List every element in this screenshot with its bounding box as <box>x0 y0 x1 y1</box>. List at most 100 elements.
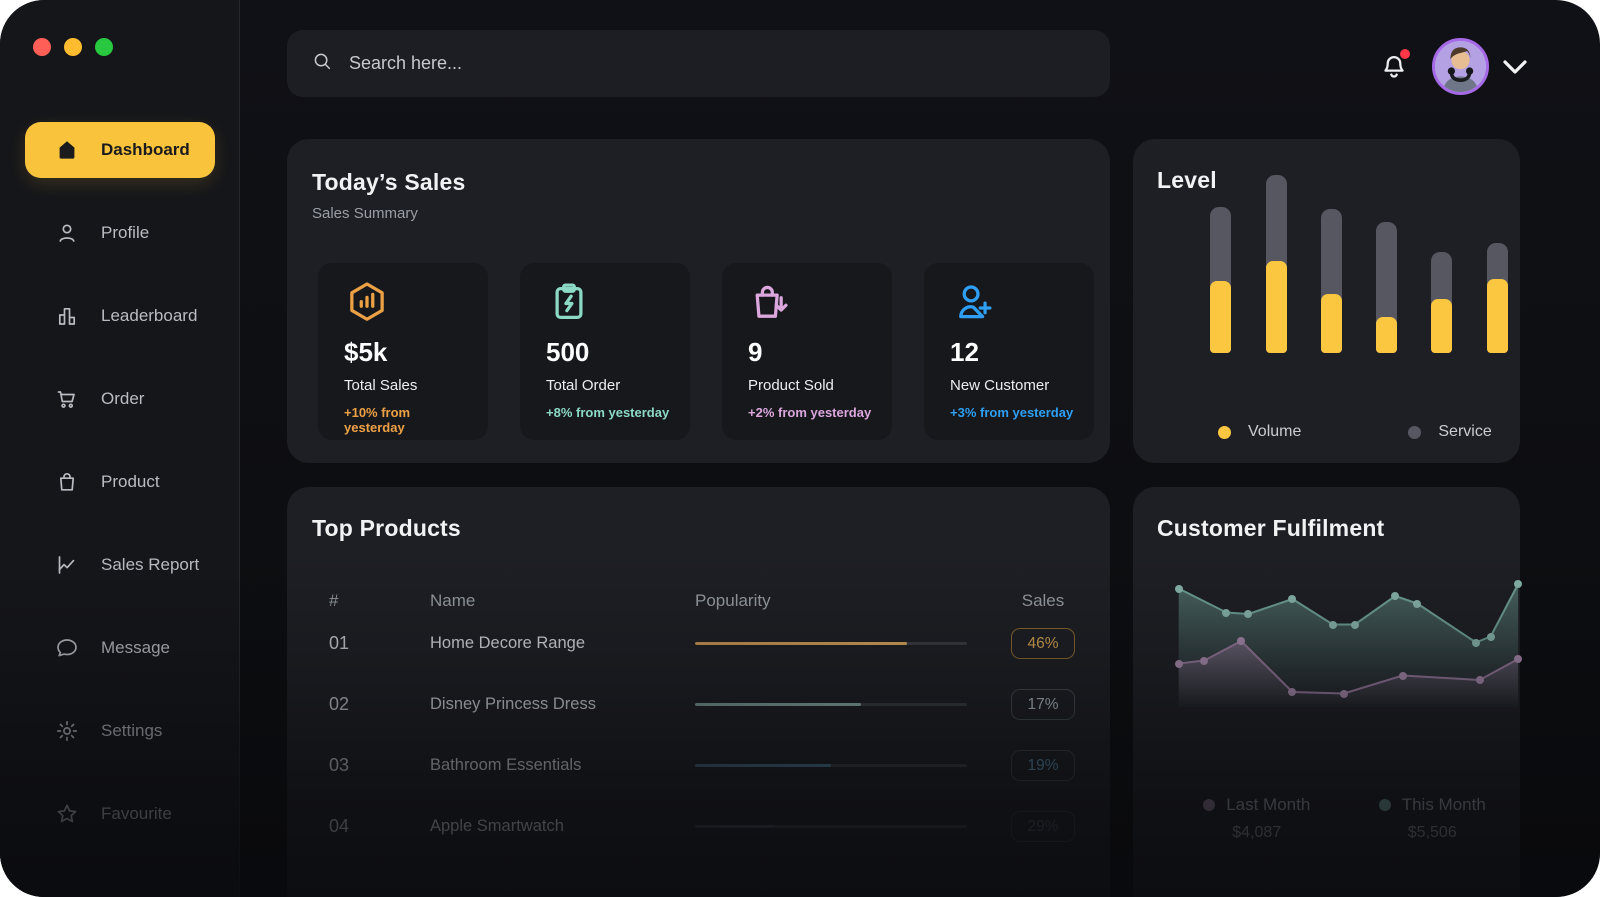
data-point <box>1399 672 1407 680</box>
stat-tile-new-customer[interactable]: 12New Customer+3% from yesterday <box>924 263 1094 440</box>
star-icon <box>55 802 79 826</box>
stat-tile-product-sold[interactable]: 9Product Sold+2% from yesterday <box>722 263 892 440</box>
cart-icon <box>55 387 79 411</box>
product-name: Disney Princess Dress <box>430 695 695 714</box>
table-row[interactable]: 04Apple Smartwatch29% <box>287 796 1110 857</box>
legend-label: Service <box>1438 423 1491 441</box>
data-point <box>1472 639 1480 647</box>
legend-dot <box>1379 799 1391 811</box>
clipboard-bolt-icon <box>546 279 592 325</box>
level-chart <box>1133 139 1520 408</box>
stat-delta: +8% from yesterday <box>546 405 676 420</box>
sidebar-item-profile[interactable]: Profile <box>25 205 215 261</box>
level-bar <box>1210 207 1231 353</box>
legend-dot <box>1408 426 1421 439</box>
data-point <box>1200 657 1208 665</box>
popularity-cell <box>695 703 995 706</box>
data-point <box>1340 690 1348 698</box>
level-bar-volume <box>1266 261 1287 353</box>
level-bar-volume <box>1431 299 1452 353</box>
search-input[interactable] <box>347 52 1086 75</box>
chart-line-icon <box>55 553 79 577</box>
minimize-window-button[interactable] <box>64 38 82 56</box>
popularity-track <box>695 703 967 706</box>
top-products-rows: 01Home Decore Range46%02Disney Princess … <box>287 613 1110 857</box>
sidebar-item-label: Settings <box>101 721 162 741</box>
avatar[interactable] <box>1432 38 1489 95</box>
top-products-title: Top Products <box>312 515 1110 542</box>
stat-label: New Customer <box>950 377 1080 394</box>
legend-item-service: Service <box>1408 423 1491 441</box>
sidebar-item-label: Leaderboard <box>101 306 197 326</box>
data-point <box>1175 585 1183 593</box>
stat-tile-total-order[interactable]: 500Total Order+8% from yesterday <box>520 263 690 440</box>
table-row[interactable]: 03Bathroom Essentials19% <box>287 735 1110 796</box>
legend-value: $4,087 <box>1232 824 1281 842</box>
product-name: Bathroom Essentials <box>430 756 695 775</box>
product-rank: 04 <box>329 816 430 837</box>
data-point <box>1413 600 1421 608</box>
chat-icon <box>55 636 79 660</box>
legend-label: Last Month <box>1226 795 1310 815</box>
sales-badge: 19% <box>1011 750 1075 781</box>
sidebar-item-product[interactable]: Product <box>25 454 215 510</box>
stat-label: Total Sales <box>344 377 474 394</box>
popularity-fill <box>695 764 831 767</box>
data-point <box>1288 595 1296 603</box>
sidebar-item-label: Order <box>101 389 144 409</box>
data-point <box>1487 633 1495 641</box>
popularity-fill <box>695 642 907 645</box>
column-header-rank: # <box>329 591 430 611</box>
window-controls <box>33 38 113 56</box>
legend-value: $5,506 <box>1408 824 1457 842</box>
sidebar-item-leaderboard[interactable]: Leaderboard <box>25 288 215 344</box>
sidebar-item-message[interactable]: Message <box>25 620 215 676</box>
zoom-window-button[interactable] <box>95 38 113 56</box>
popularity-track <box>695 642 967 645</box>
level-bar-volume <box>1210 281 1231 353</box>
hexagon-bars-icon <box>344 279 390 325</box>
level-bar-volume <box>1487 279 1508 353</box>
close-window-button[interactable] <box>33 38 51 56</box>
stat-value: 500 <box>546 337 676 368</box>
notifications-button[interactable] <box>1378 48 1412 84</box>
sidebar-item-sales-report[interactable]: Sales Report <box>25 537 215 593</box>
chevron-down-icon[interactable] <box>1500 56 1530 78</box>
top-products-header-row: # Name Popularity Sales <box>287 589 1110 613</box>
sidebar-nav: Dashboard Profile Leaderboard Order Product S… <box>25 122 215 869</box>
product-name: Home Decore Range <box>430 634 695 653</box>
popularity-cell <box>695 764 995 767</box>
customer-fulfilment-title: Customer Fulfilment <box>1157 515 1520 542</box>
fulfilment-legend-this-month: This Month$5,506 <box>1345 795 1521 842</box>
level-bar <box>1431 252 1452 353</box>
sidebar-item-settings[interactable]: Settings <box>25 703 215 759</box>
stat-label: Product Sold <box>748 377 878 394</box>
top-products-card: Top Products # Name Popularity Sales 01H… <box>287 487 1110 897</box>
table-row[interactable]: 02Disney Princess Dress17% <box>287 674 1110 735</box>
level-bar <box>1321 209 1342 353</box>
app-window: Dashboard Profile Leaderboard Order Product S… <box>0 0 1600 897</box>
popularity-track <box>695 825 967 828</box>
legend-label: Volume <box>1248 423 1301 441</box>
popularity-fill <box>695 703 861 706</box>
legend-dot <box>1203 799 1215 811</box>
sidebar-item-dashboard[interactable]: Dashboard <box>25 122 215 178</box>
sidebar-item-order[interactable]: Order <box>25 371 215 427</box>
data-point <box>1351 621 1359 629</box>
popularity-cell <box>695 825 995 828</box>
notification-badge <box>1400 49 1410 59</box>
data-point <box>1514 580 1522 588</box>
data-point <box>1222 609 1230 617</box>
popularity-track <box>695 764 967 767</box>
search-bar[interactable] <box>287 30 1110 97</box>
stat-tile-total-sales[interactable]: $5kTotal Sales+10% from yesterday <box>318 263 488 440</box>
search-icon <box>311 50 333 77</box>
table-row[interactable]: 01Home Decore Range46% <box>287 613 1110 674</box>
legend-dot <box>1218 426 1231 439</box>
data-point <box>1237 637 1245 645</box>
stat-delta: +10% from yesterday <box>344 405 474 435</box>
sidebar-item-favourite[interactable]: Favourite <box>25 786 215 842</box>
stat-value: 12 <box>950 337 1080 368</box>
home-icon <box>55 138 79 162</box>
data-point <box>1244 610 1252 618</box>
